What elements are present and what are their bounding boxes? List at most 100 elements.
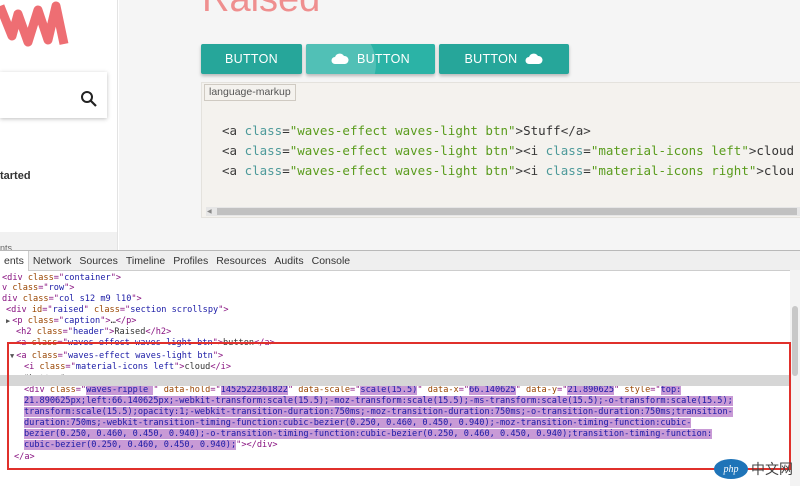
- code-token: >: [515, 163, 524, 178]
- search-icon[interactable]: [80, 90, 98, 108]
- dom-token: div: [2, 294, 23, 304]
- dom-token: ">: [100, 316, 111, 326]
- expand-triangle-closed-icon[interactable]: ▶: [6, 317, 10, 325]
- button-label: BUTTON: [225, 52, 278, 66]
- scroll-left-arrow-icon[interactable]: ◀: [207, 208, 212, 215]
- code-token: </a>: [560, 123, 591, 138]
- code-token: class: [244, 123, 283, 138]
- code-token: =: [282, 143, 290, 158]
- dom-token: Raised: [114, 327, 146, 337]
- code-token: <a: [222, 163, 245, 178]
- dom-token: id: [31, 305, 43, 315]
- code-token: "waves-effect waves-light btn": [289, 123, 516, 138]
- dom-token: </p>: [115, 316, 137, 326]
- code-line: <a class="waves-effect waves-light btn">…: [222, 143, 794, 158]
- code-horizontal-scrollbar[interactable]: ◀: [206, 207, 800, 216]
- dom-token: =": [53, 316, 64, 326]
- screenshot-root: tarted nts Raised BUTTON BUTTON BUTTON l…: [0, 0, 800, 486]
- dom-token: caption: [63, 316, 101, 326]
- site-sidebar: tarted nts: [0, 0, 118, 250]
- dom-token: container: [64, 273, 111, 283]
- cloud-icon: [525, 53, 544, 64]
- devtools-tab[interactable]: Timeline: [122, 251, 169, 271]
- sidebar-section: [0, 232, 117, 250]
- devtools-tab[interactable]: Resources: [212, 251, 270, 271]
- code-token: "material-icons left": [590, 143, 749, 158]
- dom-token: <div: [6, 305, 32, 315]
- code-token: >: [756, 163, 764, 178]
- dom-token: =": [119, 305, 131, 315]
- code-token: =: [282, 163, 290, 178]
- code-sample: language-markup <a class="waves-effect w…: [201, 82, 800, 218]
- dom-token: ">: [64, 283, 75, 293]
- sidebar-link-getting-started[interactable]: tarted: [0, 170, 31, 182]
- devtools-tab[interactable]: Network: [29, 251, 76, 271]
- code-token: >: [515, 143, 524, 158]
- code-token: =: [282, 123, 290, 138]
- dom-token: header: [72, 327, 104, 337]
- watermark: php 中文网: [714, 458, 796, 480]
- waves-ripple: [306, 44, 376, 74]
- dom-token: class: [36, 327, 63, 337]
- dom-node-line[interactable]: v class="row">: [2, 283, 74, 293]
- php-logo: php: [714, 459, 748, 479]
- raised-button-icon-right[interactable]: BUTTON: [439, 44, 569, 74]
- dom-token: row: [48, 283, 65, 293]
- code-token: class: [545, 143, 584, 158]
- main-content: Raised BUTTON BUTTON BUTTON language-mar…: [119, 0, 800, 250]
- button-label: BUTTON: [464, 52, 518, 66]
- code-token: clou: [763, 163, 795, 178]
- dom-token: =": [38, 283, 49, 293]
- code-token: "waves-effect waves-light btn": [289, 163, 516, 178]
- dom-token: raised: [52, 305, 84, 315]
- devtools-tab[interactable]: ents: [0, 251, 29, 271]
- code-token: <a: [222, 143, 245, 158]
- sidebar-link-components[interactable]: nts: [0, 243, 12, 250]
- devtools-tab[interactable]: Audits: [270, 251, 307, 271]
- dom-token: ">: [110, 273, 122, 283]
- dom-token: col s12 m9 l10: [58, 294, 132, 304]
- highlight-annotation-box: [7, 342, 791, 470]
- dom-token: ">: [218, 305, 229, 315]
- code-token: class: [244, 163, 283, 178]
- code-token: =: [583, 163, 591, 178]
- code-token: "material-icons right": [590, 163, 757, 178]
- dom-token: class: [27, 273, 54, 283]
- code-token: >: [515, 123, 524, 138]
- dom-token: <h2: [16, 327, 37, 337]
- language-badge: language-markup: [204, 84, 296, 101]
- code-line: <a class="waves-effect waves-light btn">…: [222, 163, 794, 178]
- dom-node-line[interactable]: <div id="raised" class="section scrollsp…: [6, 305, 229, 315]
- devtools-tabbar: ents Network Sources Timeline Profiles Resour…: [0, 251, 800, 271]
- dom-token: </h2>: [145, 327, 172, 337]
- dom-token: =": [48, 294, 59, 304]
- dom-token: class: [94, 305, 120, 315]
- dom-token: =": [53, 273, 65, 283]
- devtools-tab[interactable]: Profiles: [169, 251, 212, 271]
- dom-token: ">: [103, 327, 115, 337]
- scrollbar-thumb[interactable]: [792, 306, 798, 376]
- scrollbar-thumb[interactable]: [217, 208, 797, 215]
- dom-token: class: [12, 283, 39, 293]
- dom-node-line[interactable]: ▶ <p class="caption">…</p>: [6, 316, 136, 326]
- dom-token: class: [22, 294, 49, 304]
- dom-token: v: [2, 283, 13, 293]
- dom-token: =": [42, 305, 53, 315]
- devtools-vertical-scrollbar[interactable]: [790, 270, 800, 486]
- dom-node-line[interactable]: div class="col s12 m9 l10">: [2, 294, 142, 304]
- devtools-tab[interactable]: Console: [308, 251, 355, 271]
- code-token: =: [583, 143, 591, 158]
- code-token: <a: [222, 123, 245, 138]
- code-token: class: [545, 163, 584, 178]
- page-title: Raised: [202, 0, 320, 21]
- dom-token: <p: [12, 316, 28, 326]
- devtools-tab[interactable]: Sources: [75, 251, 122, 271]
- materialize-logo-icon: [0, 1, 69, 47]
- dom-token: section scrollspy: [130, 305, 219, 315]
- raised-button-icon-left[interactable]: BUTTON: [306, 44, 435, 74]
- dom-node-line[interactable]: <h2 class="header">Raised</h2>: [16, 327, 171, 337]
- code-token: class: [244, 143, 283, 158]
- code-line: <a class="waves-effect waves-light btn">…: [222, 123, 591, 138]
- raised-button[interactable]: BUTTON: [201, 44, 302, 74]
- dom-node-line[interactable]: <div class="container">: [2, 273, 121, 283]
